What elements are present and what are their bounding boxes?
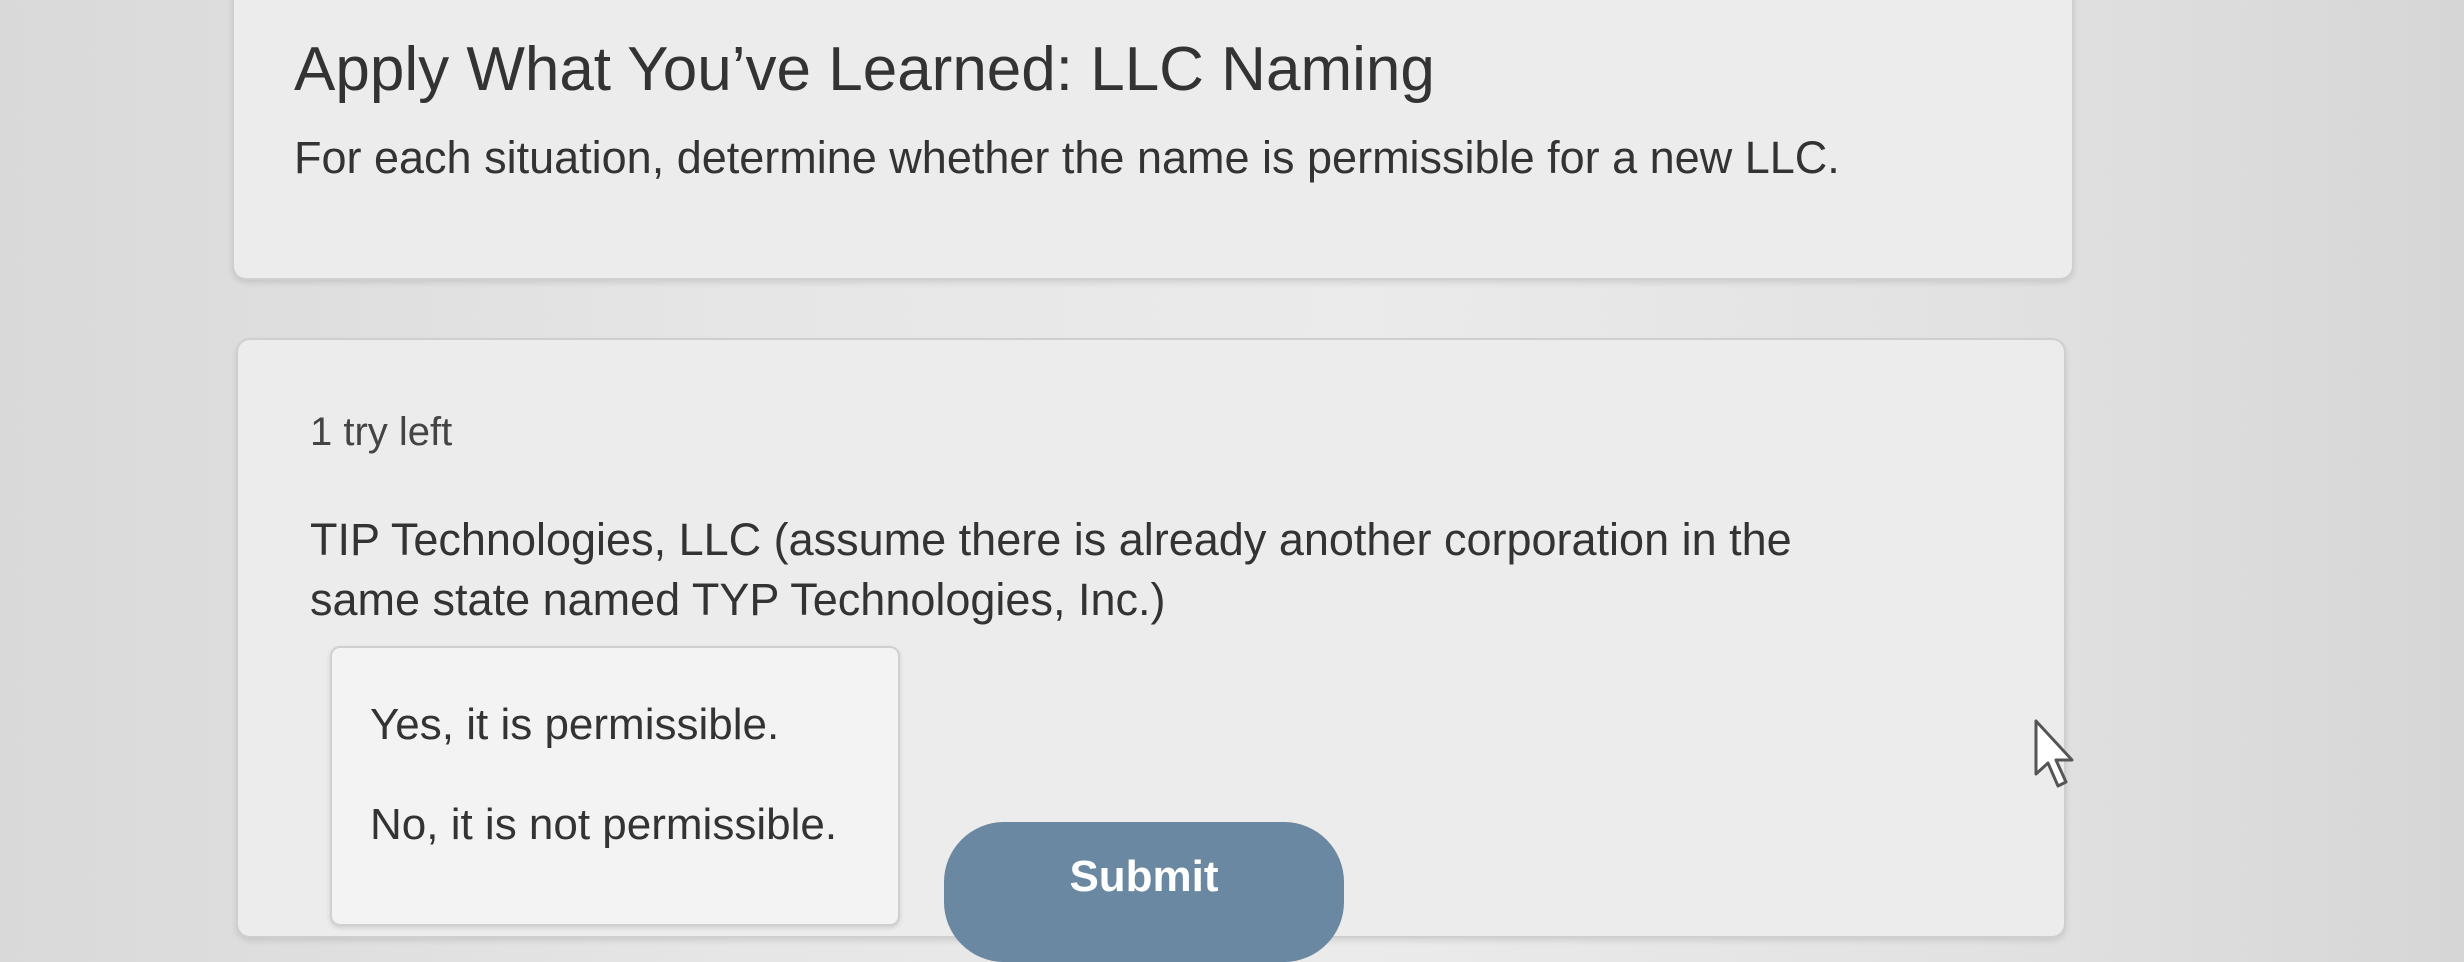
tries-left-label: 1 try left [310,410,453,454]
option-yes-permissible[interactable]: Yes, it is permissible. [370,700,779,750]
instructions-text: For each situation, determine whether th… [294,132,1840,183]
option-not-permissible[interactable]: No, it is not permissible. [370,800,837,850]
intro-card: Apply What You’ve Learned: LLC Naming Fo… [232,0,2074,280]
question-prompt: TIP Technologies, LLC (assume there is a… [310,514,1792,625]
question-card: 1 try left TIP Technologies, LLC (assume… [236,338,2066,962]
submit-button[interactable]: Submit [944,822,1344,962]
page-title: Apply What You’ve Learned: LLC Naming [294,35,1435,104]
mouse-pointer-icon [2034,719,2074,788]
answer-dropdown-menu: Yes, it is permissible. No, it is not pe… [330,646,900,926]
